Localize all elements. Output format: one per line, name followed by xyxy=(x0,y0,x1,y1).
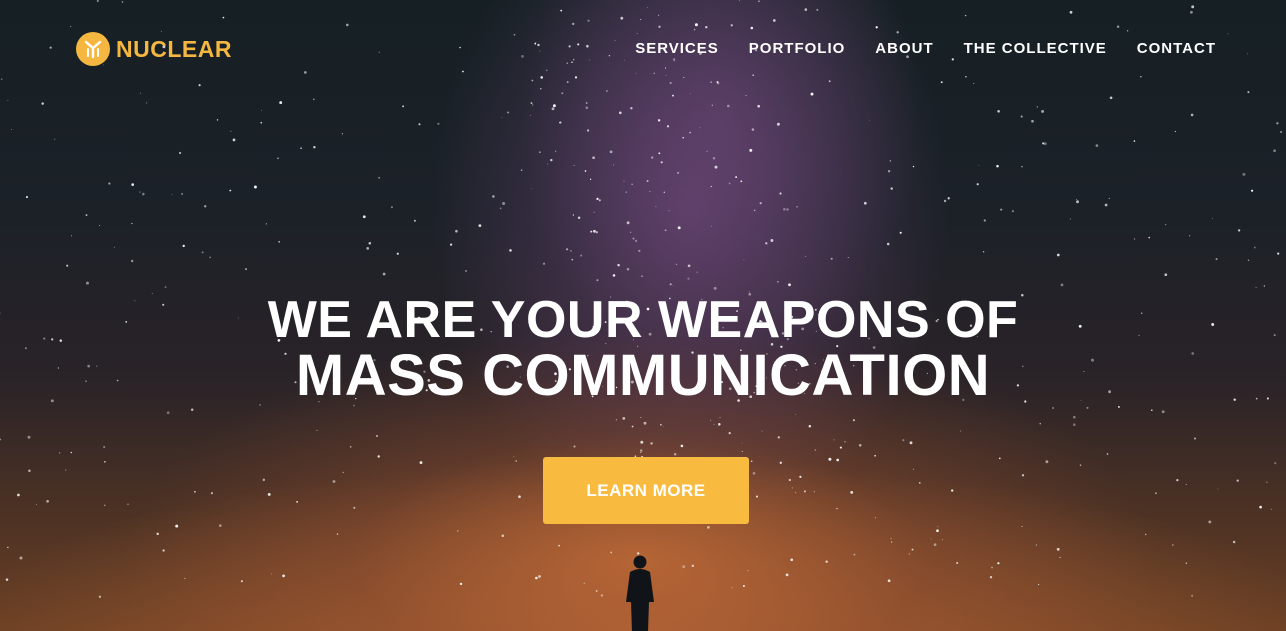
person-silhouette xyxy=(626,555,654,631)
nav-item-services[interactable]: SERVICES xyxy=(635,40,719,57)
nav-item-about[interactable]: ABOUT xyxy=(875,40,933,57)
brand-name: NUCLEAR xyxy=(116,35,232,62)
learn-more-button[interactable]: LEARN MORE xyxy=(543,457,749,524)
main-nav: SERVICES PORTFOLIO ABOUT THE COLLECTIVE … xyxy=(635,40,1216,57)
brand-logo[interactable]: NUCLEAR xyxy=(76,32,232,66)
nav-item-the-collective[interactable]: THE COLLECTIVE xyxy=(964,40,1107,57)
hero-section: NUCLEAR SERVICES PORTFOLIO ABOUT THE COL… xyxy=(0,0,1286,631)
nav-item-contact[interactable]: CONTACT xyxy=(1137,40,1216,57)
nav-item-portfolio[interactable]: PORTFOLIO xyxy=(749,40,846,57)
hero-headline-line2: MASS COMMUNICATION xyxy=(295,343,991,408)
nuclear-logo-icon xyxy=(76,32,110,66)
hero-headline-line1: WE ARE YOUR WEAPONS OF xyxy=(267,291,1019,349)
hero-headline: WE ARE YOUR WEAPONS OF MASS COMMUNICATIO… xyxy=(0,291,1286,408)
